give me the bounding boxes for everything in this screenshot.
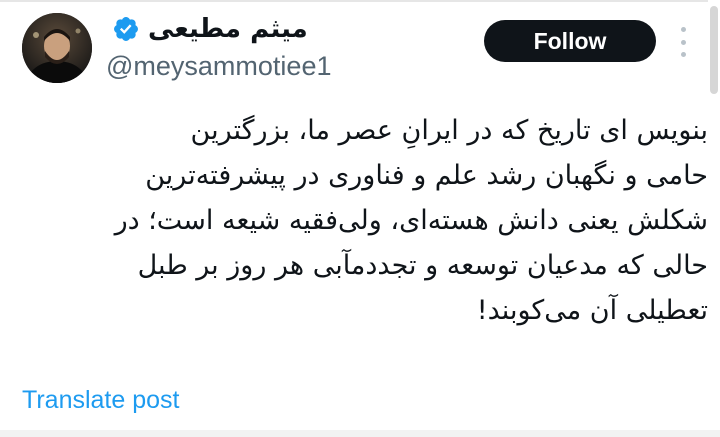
post-text-line: حامی و نگهبان رشد علم و فناوری در پیشرفت… — [145, 160, 708, 191]
top-divider — [0, 0, 720, 2]
post-text-line: تعطیلی آن می‌کوبند! — [476, 295, 708, 326]
follow-button[interactable]: Follow — [484, 20, 656, 62]
translate-post-link[interactable]: Translate post — [22, 383, 179, 417]
verified-badge-icon — [112, 15, 140, 43]
avatar-photo — [22, 13, 92, 83]
author-name-row: میثم مطیعی — [112, 14, 308, 44]
post-text-line: بنویس ای تاریخ که در ایرانِ عصر ما، بزرگ… — [190, 115, 708, 146]
post-text-line: حالی که مدعیان توسعه و تجددمآبی هر روز ب… — [137, 250, 708, 281]
scrollbar-thumb[interactable] — [710, 6, 718, 94]
avatar[interactable] — [22, 13, 92, 83]
post-text: بنویس ای تاریخ که در ایرانِ عصر ما، بزرگ… — [30, 108, 708, 333]
scrollbar[interactable] — [708, 0, 720, 437]
author-handle[interactable]: @meysammotiee1 — [106, 49, 331, 83]
post-text-line: شکلش یعنی دانش هسته‌ای، ولی‌فقیه شیعه اس… — [114, 205, 708, 236]
more-options-icon[interactable] — [676, 27, 690, 57]
display-name[interactable]: میثم مطیعی — [148, 14, 308, 44]
bottom-divider — [0, 430, 720, 437]
